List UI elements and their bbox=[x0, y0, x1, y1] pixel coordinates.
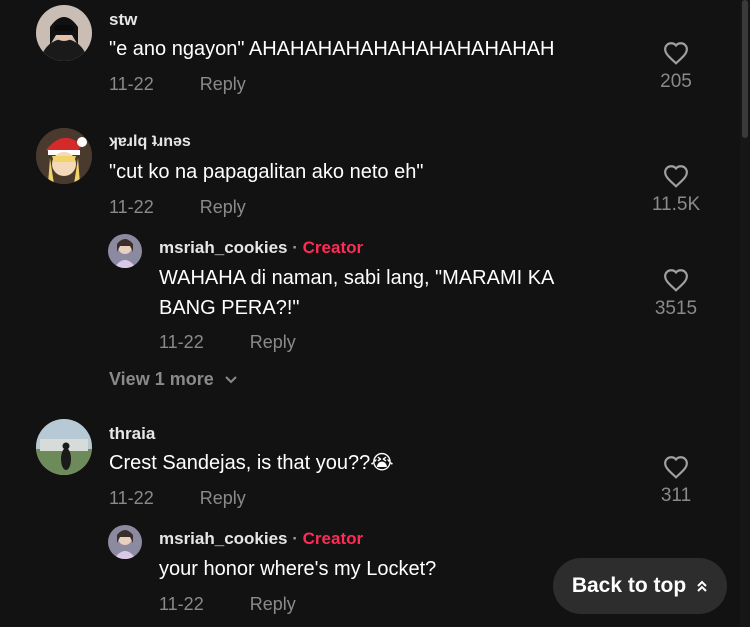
like-button[interactable]: 3515 bbox=[636, 268, 716, 320]
comment-date: 11-22 bbox=[109, 488, 154, 508]
separator: · bbox=[292, 529, 298, 548]
like-button[interactable]: 11.5K bbox=[636, 164, 716, 216]
view-more-replies[interactable]: View 1 more bbox=[109, 369, 237, 390]
reply-button[interactable]: Reply bbox=[250, 332, 296, 352]
like-button[interactable]: 205 bbox=[636, 41, 716, 93]
like-count: 3515 bbox=[654, 298, 698, 319]
reply-text-line1: WAHAHA di naman, sabi lang, "MARAMI KA bbox=[159, 267, 555, 289]
reply-text-line2: BANG PERA?!" bbox=[159, 297, 300, 319]
comment-username[interactable]: ʞɐɹlq ʇɹnǝs bbox=[109, 133, 191, 151]
comment-meta: 11-22 Reply bbox=[109, 74, 246, 95]
like-count: 205 bbox=[660, 71, 692, 92]
heart-icon[interactable] bbox=[663, 268, 689, 292]
comment-text-content: Crest Sandejas, is that you?? bbox=[109, 452, 371, 474]
like-button[interactable]: 311 bbox=[636, 455, 716, 507]
crying-face-emoji: 😭 bbox=[370, 452, 394, 474]
heart-icon[interactable] bbox=[663, 41, 689, 65]
comment-meta: 11-22 Reply bbox=[109, 197, 246, 218]
reply-text-line1: your honor where's my Locket? bbox=[159, 558, 437, 580]
reply-meta: 11-22 Reply bbox=[159, 594, 296, 615]
chevron-down-icon bbox=[225, 376, 237, 384]
comment-text: "e ano ngayon" AHAHAHAHAHAHAHAHAHAHAH bbox=[109, 38, 555, 60]
reply-date: 11-22 bbox=[159, 594, 204, 614]
comment-text: Crest Sandejas, is that you??😭 bbox=[109, 449, 394, 477]
avatar[interactable] bbox=[36, 5, 92, 61]
reply-button[interactable]: Reply bbox=[200, 74, 246, 94]
reply-author[interactable]: msriah_cookies bbox=[159, 238, 288, 257]
back-to-top-button[interactable]: Back to top bbox=[553, 558, 727, 614]
avatar[interactable] bbox=[108, 525, 142, 559]
comment-date: 11-22 bbox=[109, 74, 154, 94]
reply-meta: 11-22 Reply bbox=[159, 332, 296, 353]
like-count: 311 bbox=[660, 485, 692, 506]
comment-date: 11-22 bbox=[109, 197, 154, 217]
comment-meta: 11-22 Reply bbox=[109, 488, 246, 509]
comment-text: "cut ko na papagalitan ako neto eh" bbox=[109, 161, 424, 183]
reply-username: msriah_cookies · Creator bbox=[159, 238, 363, 258]
comment-username[interactable]: stw bbox=[109, 10, 137, 30]
comment-username[interactable]: thraia bbox=[109, 424, 155, 444]
reply-button[interactable]: Reply bbox=[200, 488, 246, 508]
like-count: 11.5K bbox=[651, 194, 701, 215]
double-chevron-up-icon bbox=[697, 580, 707, 592]
back-to-top-label: Back to top bbox=[571, 574, 687, 597]
reply-date: 11-22 bbox=[159, 332, 204, 352]
reply-button[interactable]: Reply bbox=[200, 197, 246, 217]
avatar[interactable] bbox=[108, 234, 142, 268]
reply-username: msriah_cookies · Creator bbox=[159, 529, 363, 549]
view-more-label: View 1 more bbox=[109, 369, 214, 389]
reply-author[interactable]: msriah_cookies bbox=[159, 529, 288, 548]
creator-badge: Creator bbox=[302, 529, 364, 548]
scrollbar-thumb[interactable] bbox=[742, 0, 748, 138]
creator-badge: Creator bbox=[302, 238, 364, 257]
separator: · bbox=[292, 238, 298, 257]
heart-icon[interactable] bbox=[663, 455, 689, 479]
heart-icon[interactable] bbox=[663, 164, 689, 188]
avatar[interactable] bbox=[36, 419, 92, 475]
scrollbar-track[interactable] bbox=[740, 0, 750, 627]
reply-button[interactable]: Reply bbox=[250, 594, 296, 614]
avatar[interactable] bbox=[36, 128, 92, 184]
